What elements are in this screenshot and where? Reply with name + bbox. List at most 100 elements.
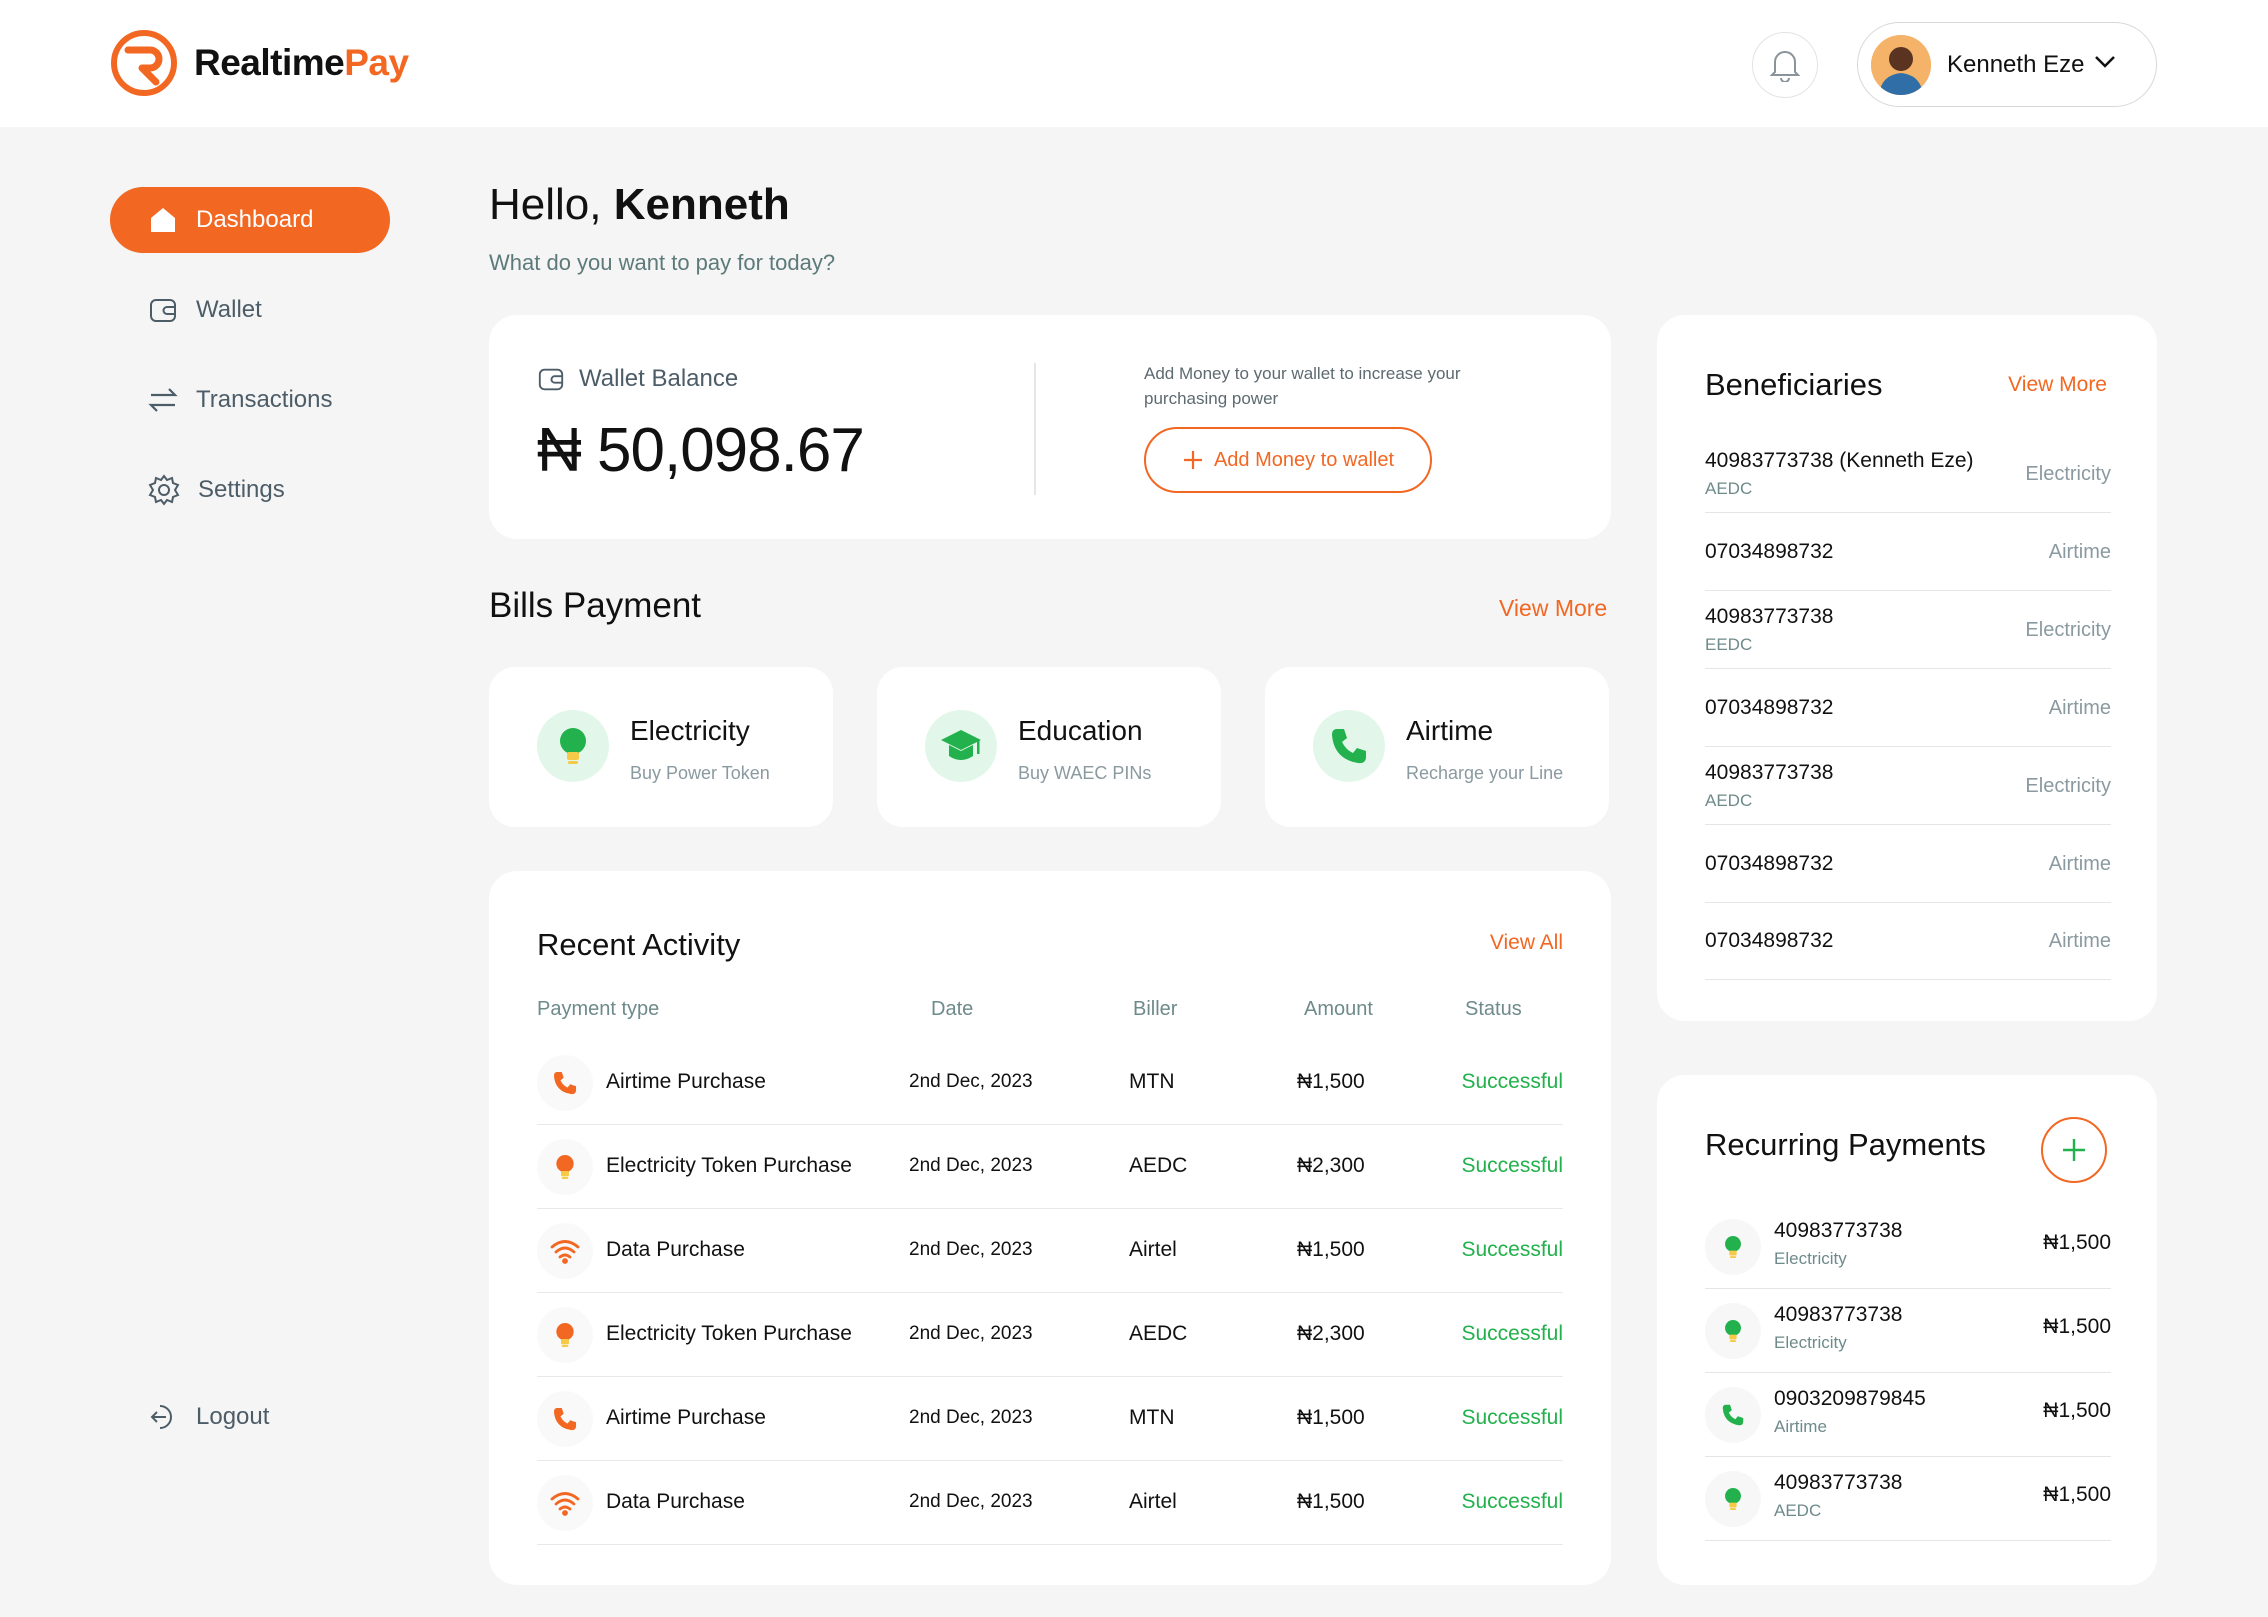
bills-view-more[interactable]: View More [1499, 595, 1607, 622]
beneficiary-provider: AEDC [1705, 479, 1753, 498]
beneficiaries-title: Beneficiaries [1705, 367, 1883, 402]
notification-button[interactable] [1752, 32, 1818, 98]
beneficiary-item[interactable]: 40983773738 EEDC Electricity [1705, 591, 2111, 669]
wallet-icon [538, 368, 564, 391]
bill-subtitle: Recharge your Line [1406, 763, 1564, 783]
bill-title: Airtime [1406, 715, 1494, 746]
table-row[interactable]: Airtime Purchase 2nd Dec, 2023 MTN ₦1,50… [537, 1377, 1563, 1461]
payment-type: Electricity Token Purchase [606, 1154, 852, 1177]
payment-biller: Airtel [1129, 1490, 1177, 1513]
table-row[interactable]: Electricity Token Purchase 2nd Dec, 2023… [537, 1125, 1563, 1209]
payment-type: Airtime Purchase [606, 1070, 766, 1093]
wallet-icon [150, 299, 176, 322]
phone-icon [537, 1391, 593, 1447]
phone-icon [1313, 710, 1385, 782]
beneficiary-provider: EEDC [1705, 635, 1753, 654]
beneficiary-item[interactable]: 07034898732 Airtime [1705, 669, 2111, 747]
lightbulb-icon [537, 1139, 593, 1195]
payment-date: 2nd Dec, 2023 [909, 1239, 1033, 1260]
lightbulb-icon [537, 1307, 593, 1363]
status-badge: Successful [1461, 1490, 1563, 1513]
add-money-button[interactable]: Add Money to wallet [1144, 427, 1432, 493]
payment-biller: MTN [1129, 1406, 1175, 1429]
bill-card-airtime[interactable]: Airtime Recharge your Line [1265, 667, 1609, 827]
recurring-category: Electricity [1774, 1249, 1847, 1268]
col-header-date: Date [931, 998, 974, 1020]
beneficiary-type: Electricity [2025, 775, 2111, 797]
beneficiary-item[interactable]: 07034898732 Airtime [1705, 513, 2111, 591]
plus-icon [2063, 1139, 2085, 1161]
transfer-icon [148, 388, 178, 412]
beneficiary-number: 40983773738 [1705, 761, 1834, 784]
brand-name: RealtimePay [194, 42, 409, 83]
recurring-amount: ₦1,500 [2043, 1399, 2111, 1422]
recurring-item[interactable]: 40983773738 Electricity ₦1,500 [1705, 1205, 2111, 1289]
beneficiary-item[interactable]: 07034898732 Airtime [1705, 903, 2111, 980]
beneficiary-number: 07034898732 [1705, 696, 1834, 719]
phone-icon [537, 1055, 593, 1111]
recurring-amount: ₦1,500 [2043, 1231, 2111, 1254]
status-badge: Successful [1461, 1154, 1563, 1177]
beneficiary-number: 07034898732 [1705, 929, 1834, 952]
recurring-item[interactable]: 40983773738 Electricity ₦1,500 [1705, 1289, 2111, 1373]
status-badge: Successful [1461, 1322, 1563, 1345]
payment-date: 2nd Dec, 2023 [909, 1491, 1033, 1512]
gear-icon [148, 474, 180, 506]
greeting-subtitle: What do you want to pay for today? [489, 250, 836, 275]
sidebar-item-dashboard[interactable]: Dashboard [110, 187, 390, 253]
payment-type: Electricity Token Purchase [606, 1322, 852, 1345]
logout-label: Logout [196, 1403, 270, 1430]
logout-icon [150, 1405, 172, 1429]
bill-card-education[interactable]: Education Buy WAEC PINs [877, 667, 1221, 827]
divider [1034, 363, 1036, 495]
payment-amount: ₦1,500 [1297, 1490, 1365, 1513]
payment-biller: AEDC [1129, 1322, 1188, 1345]
bill-card-electricity[interactable]: Electricity Buy Power Token [489, 667, 833, 827]
sidebar-item-transactions[interactable]: Transactions [110, 367, 390, 433]
lightbulb-icon [537, 710, 609, 782]
status-badge: Successful [1461, 1406, 1563, 1429]
table-row[interactable]: Data Purchase 2nd Dec, 2023 Airtel ₦1,50… [537, 1461, 1563, 1545]
recurring-category: Airtime [1774, 1417, 1827, 1436]
recurring-category: AEDC [1774, 1501, 1822, 1520]
beneficiary-item[interactable]: 40983773738 AEDC Electricity [1705, 747, 2111, 825]
wifi-icon [537, 1475, 593, 1531]
recurring-item[interactable]: 0903209879845 Airtime ₦1,500 [1705, 1373, 2111, 1457]
payment-amount: ₦2,300 [1297, 1322, 1365, 1345]
chevron-down-icon [2095, 56, 2115, 68]
beneficiary-type: Airtime [2048, 697, 2111, 719]
lightbulb-icon [1705, 1219, 1761, 1275]
table-row[interactable]: Electricity Token Purchase 2nd Dec, 2023… [537, 1293, 1563, 1377]
payment-biller: MTN [1129, 1070, 1175, 1093]
table-row[interactable]: Data Purchase 2nd Dec, 2023 Airtel ₦1,50… [537, 1209, 1563, 1293]
recurring-item[interactable]: 40983773738 AEDC ₦1,500 [1705, 1457, 2111, 1541]
realtimepay-logo-icon [111, 30, 177, 96]
beneficiary-item[interactable]: 40983773738 (Kenneth Eze) AEDC Electrici… [1705, 435, 2111, 513]
payment-biller: AEDC [1129, 1154, 1188, 1177]
graduation-cap-icon [925, 710, 997, 782]
payment-date: 2nd Dec, 2023 [909, 1155, 1033, 1176]
view-all-link[interactable]: View All [1490, 931, 1563, 955]
recurring-number: 40983773738 [1774, 1303, 1903, 1326]
beneficiary-type: Electricity [2025, 463, 2111, 485]
add-recurring-button[interactable] [2041, 1117, 2107, 1183]
sidebar-item-wallet[interactable]: Wallet [110, 277, 390, 343]
beneficiary-number: 07034898732 [1705, 852, 1834, 875]
recent-activity-card: Recent Activity View All Payment type Da… [489, 871, 1611, 1585]
beneficiary-number: 40983773738 [1705, 605, 1834, 628]
bill-title: Education [1018, 715, 1143, 746]
col-header-payment-type: Payment type [537, 998, 660, 1020]
beneficiaries-view-more[interactable]: View More [2008, 373, 2107, 397]
brand-logo[interactable]: RealtimePay [110, 30, 409, 96]
beneficiary-item[interactable]: 07034898732 Airtime [1705, 825, 2111, 903]
col-header-amount: Amount [1304, 998, 1373, 1020]
user-menu[interactable]: Kenneth Eze [1857, 22, 2157, 107]
sidebar-item-settings[interactable]: Settings [110, 457, 390, 523]
table-row[interactable]: Airtime Purchase 2nd Dec, 2023 MTN ₦1,50… [537, 1041, 1563, 1125]
payment-type: Data Purchase [606, 1490, 745, 1513]
recurring-category: Electricity [1774, 1333, 1847, 1352]
recurring-number: 40983773738 [1774, 1471, 1903, 1494]
sidebar-item-label: Transactions [196, 386, 333, 413]
logout-button[interactable]: Logout [110, 1384, 390, 1450]
phone-icon [1705, 1387, 1761, 1443]
